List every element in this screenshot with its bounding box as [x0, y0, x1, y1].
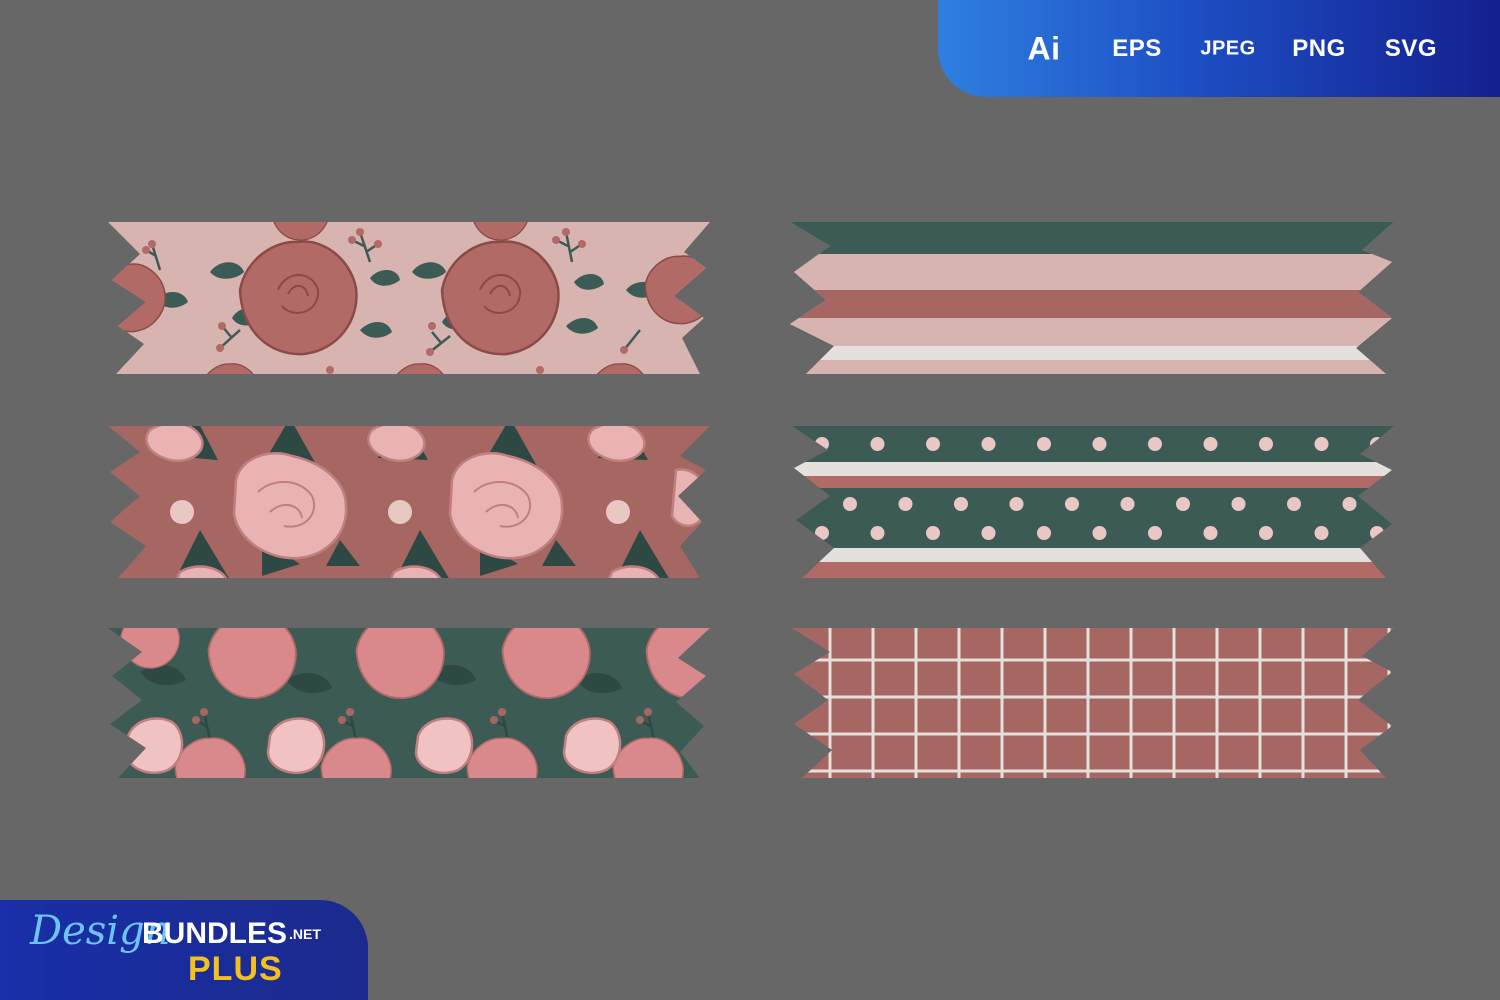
polka-dot	[1259, 437, 1273, 451]
polka-dot	[870, 437, 885, 451]
polka-dot	[1203, 526, 1218, 540]
polka-dot	[898, 497, 913, 511]
polka-dot	[1370, 526, 1384, 540]
polka-dot	[1092, 437, 1107, 451]
polka-dot	[815, 526, 829, 540]
polka-dot	[1148, 526, 1162, 540]
polka-dot	[981, 526, 996, 540]
polka-dot	[1037, 437, 1051, 451]
polka-dot	[1092, 526, 1107, 540]
polka-dot	[981, 437, 996, 451]
polka-dot	[843, 497, 857, 511]
polka-dot	[815, 437, 829, 451]
washi-tape-collection	[108, 222, 1412, 778]
polka-dot	[1314, 526, 1329, 540]
polka-dot	[870, 526, 885, 540]
polka-dot	[1148, 437, 1162, 451]
polka-dot	[1065, 497, 1079, 511]
polka-dot	[1009, 497, 1024, 511]
polka-dot	[1314, 437, 1329, 451]
washi-tape-stripes	[790, 222, 1394, 374]
polka-dot	[926, 526, 940, 540]
polka-dot	[1120, 497, 1135, 511]
polka-dot	[1176, 497, 1190, 511]
logo-tier-text: PLUS	[188, 950, 283, 988]
washi-tape-rose-floral	[108, 222, 710, 374]
polka-dot	[1342, 497, 1357, 511]
polka-dot	[1037, 526, 1051, 540]
washi-tape-grid	[792, 628, 1394, 778]
polka-dot	[1231, 497, 1246, 511]
polka-dot	[1259, 526, 1273, 540]
logo-bold-text: BUNDLES	[142, 917, 288, 950]
washi-tape-pink-floral-on-forest	[108, 628, 710, 778]
polka-dot	[1203, 437, 1218, 451]
polka-dot	[926, 437, 940, 451]
polka-dot	[1398, 497, 1412, 511]
designbundles-plus-logo: Design BUNDLES .NET PLUS	[0, 900, 368, 1000]
polka-dot	[954, 497, 968, 511]
polka-dot	[1370, 437, 1384, 451]
washi-tape-polka-dot-stripes	[792, 426, 1412, 578]
logo-suffix-text: .NET	[289, 926, 321, 942]
washi-tape-peony-floral	[108, 426, 710, 578]
polka-dot	[1287, 497, 1301, 511]
